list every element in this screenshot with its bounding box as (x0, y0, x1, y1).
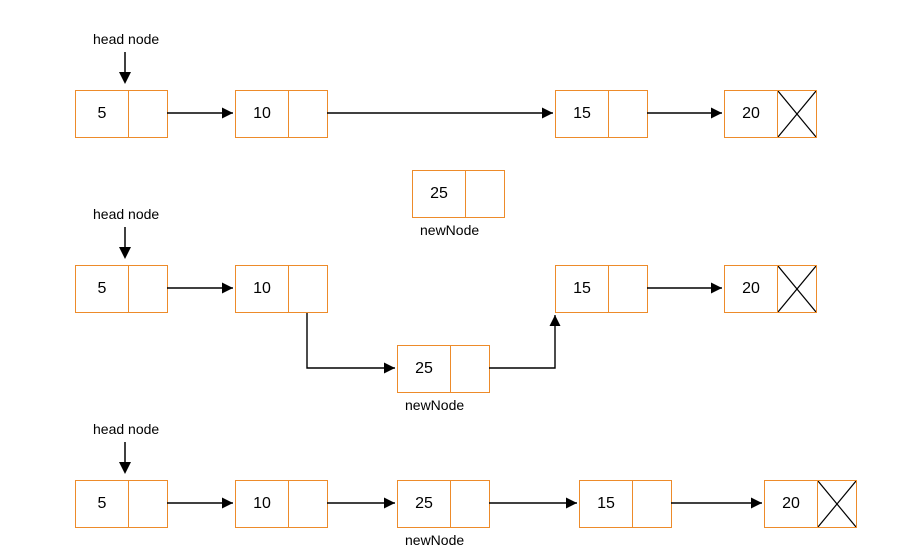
node-value: 20 (765, 481, 818, 527)
node-value: 25 (398, 481, 451, 527)
node-null-ptr-icon (778, 91, 816, 137)
node-value: 15 (556, 266, 609, 312)
node-next-ptr (289, 266, 327, 312)
node-value: 10 (236, 91, 289, 137)
node-value: 25 (398, 346, 451, 392)
stage3-head-label: head node (93, 421, 159, 437)
node-next-ptr (289, 91, 327, 137)
stage1-node-2: 15 (555, 90, 648, 138)
stage1-head-arrow-icon (115, 50, 135, 86)
node-null-ptr-icon (818, 481, 856, 527)
stage3-head-arrow-icon (115, 440, 135, 476)
node-next-ptr (451, 481, 489, 527)
node-value: 5 (76, 481, 129, 527)
stage1-new-node-label: newNode (420, 222, 479, 238)
node-next-ptr (289, 481, 327, 527)
stage1-node-0: 5 (75, 90, 168, 138)
node-null-ptr-icon (778, 266, 816, 312)
stage3-new-node-label: newNode (405, 532, 464, 548)
node-value: 20 (725, 91, 778, 137)
node-next-ptr (609, 266, 647, 312)
node-next-ptr (129, 481, 167, 527)
stage2-node-1: 10 (235, 265, 328, 313)
node-next-ptr (633, 481, 671, 527)
node-value: 15 (580, 481, 633, 527)
node-next-ptr (129, 91, 167, 137)
node-value: 15 (556, 91, 609, 137)
stage2-head-label: head node (93, 206, 159, 222)
node-next-ptr (466, 171, 504, 217)
stage2-node-0: 5 (75, 265, 168, 313)
stage2-head-arrow-icon (115, 225, 135, 261)
node-value: 5 (76, 91, 129, 137)
stage3-node-1: 10 (235, 480, 328, 528)
stage2-node-3: 20 (724, 265, 817, 313)
linked-list-insertion-diagram: head node 5 10 15 20 25 newNode head nod… (0, 0, 913, 553)
stage1-node-3: 20 (724, 90, 817, 138)
stage2-new-node-label: newNode (405, 397, 464, 413)
node-next-ptr (609, 91, 647, 137)
node-value: 10 (236, 481, 289, 527)
node-next-ptr (451, 346, 489, 392)
node-value: 25 (413, 171, 466, 217)
node-next-ptr (129, 266, 167, 312)
stage3-node-4: 20 (764, 480, 857, 528)
node-value: 5 (76, 266, 129, 312)
stage2-new-node: 25 (397, 345, 490, 393)
stage3-node-3: 15 (579, 480, 672, 528)
stage2-node-2: 15 (555, 265, 648, 313)
stage1-head-label: head node (93, 31, 159, 47)
stage3-node-0: 5 (75, 480, 168, 528)
node-value: 10 (236, 266, 289, 312)
stage1-node-1: 10 (235, 90, 328, 138)
stage3-node-2: 25 (397, 480, 490, 528)
node-value: 20 (725, 266, 778, 312)
stage1-new-node: 25 (412, 170, 505, 218)
